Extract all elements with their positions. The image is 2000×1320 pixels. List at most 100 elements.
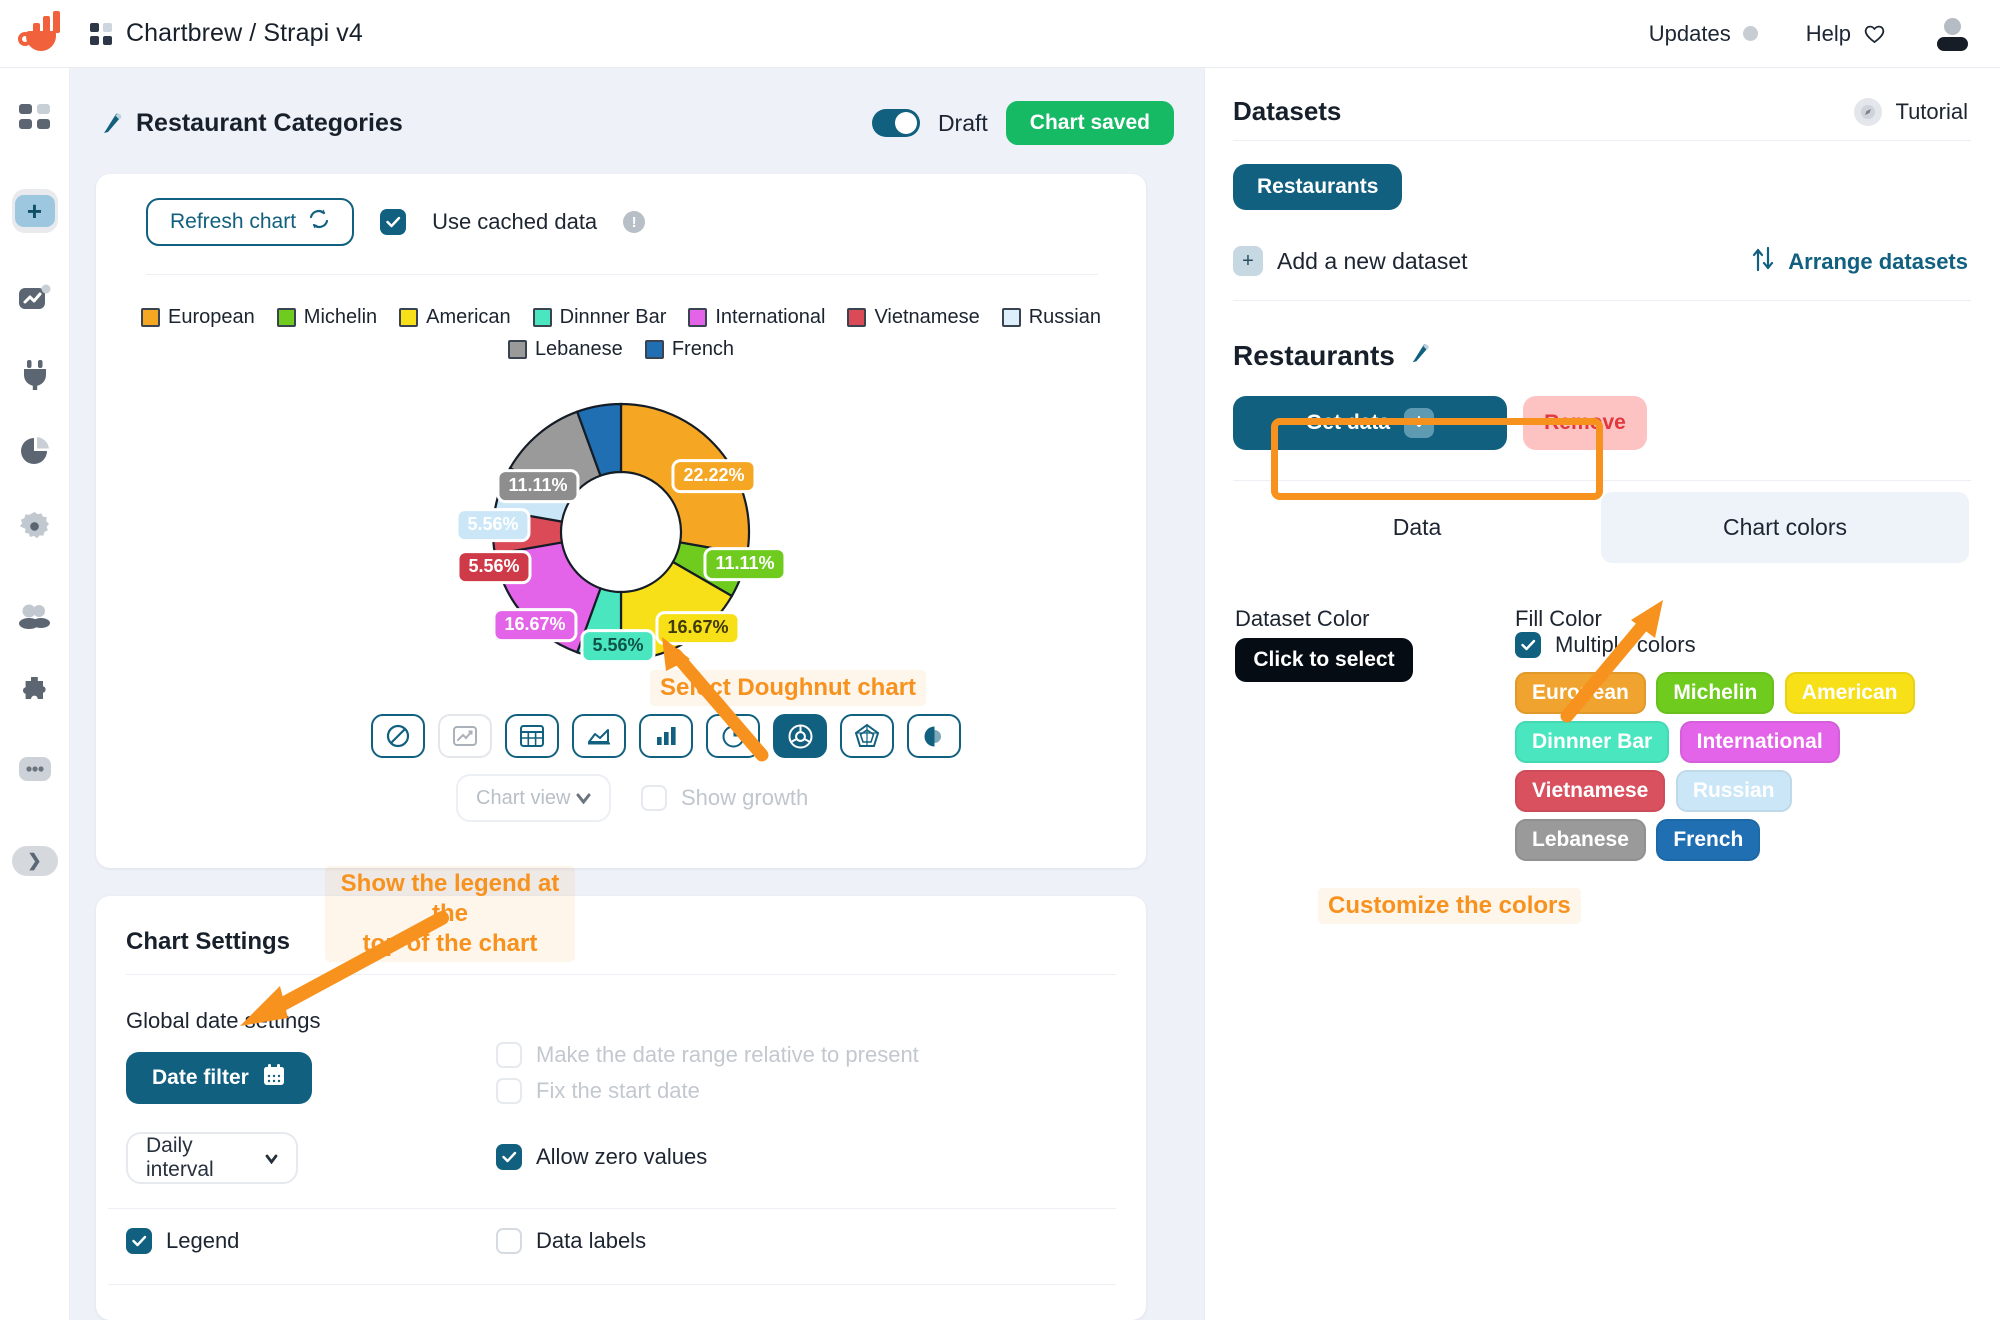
color-chip-russian[interactable]: Russian bbox=[1675, 770, 1792, 812]
data-labels-checkbox[interactable] bbox=[496, 1228, 522, 1254]
multiple-colors-checkbox[interactable] bbox=[1515, 632, 1541, 658]
sidebar-item-more[interactable] bbox=[12, 748, 58, 794]
annotation-select-doughnut: Select Doughnut chart bbox=[650, 670, 927, 706]
use-cached-checkbox[interactable] bbox=[380, 209, 407, 235]
color-chip-lebanese[interactable]: Lebanese bbox=[1515, 819, 1646, 861]
tab-chart-colors[interactable]: Chart colors bbox=[1601, 492, 1969, 563]
legend-item-international[interactable]: International bbox=[688, 306, 825, 329]
click-to-select-color-button[interactable]: Click to select bbox=[1235, 638, 1413, 682]
global-date-settings-label: Global date settings bbox=[126, 1008, 321, 1033]
draft-label: Draft bbox=[937, 109, 988, 136]
legend-item-lebanese[interactable]: Lebanese bbox=[507, 338, 623, 361]
sidebar-item-settings[interactable] bbox=[12, 506, 58, 552]
legend-item-dinnner-bar[interactable]: Dinnner Bar bbox=[532, 306, 666, 329]
chart-type-no-chart[interactable] bbox=[371, 714, 425, 758]
plus-icon: + bbox=[11, 189, 58, 233]
chart-legend: European Michelin American Dinnner Bar I… bbox=[141, 306, 1101, 370]
show-growth-checkbox[interactable] bbox=[641, 785, 667, 811]
edit-dataset-icon[interactable] bbox=[1409, 340, 1433, 372]
toolbar-divider bbox=[146, 274, 1098, 275]
chart-type-pie-chart[interactable] bbox=[706, 714, 760, 758]
fix-start-date-option[interactable]: Fix the start date bbox=[496, 1078, 700, 1104]
relative-range-option[interactable]: Make the date range relative to present bbox=[496, 1042, 919, 1068]
allow-zero-checkbox[interactable] bbox=[496, 1144, 522, 1170]
show-growth-option[interactable]: Show growth bbox=[641, 785, 808, 811]
chart-view-select[interactable]: Chart view bbox=[456, 774, 611, 822]
data-labels-option[interactable]: Data labels bbox=[496, 1228, 646, 1254]
color-chip-international[interactable]: International bbox=[1679, 721, 1840, 763]
interval-select[interactable]: Daily interval bbox=[126, 1132, 298, 1184]
datasets-divider bbox=[1233, 140, 1971, 141]
color-chip-vietnamese[interactable]: Vietnamese bbox=[1515, 770, 1666, 812]
chart-type-doughnut-chart[interactable] bbox=[773, 714, 827, 758]
color-chip-michelin[interactable]: Michelin bbox=[1656, 672, 1775, 714]
sidebar-expand-button[interactable]: ❯ bbox=[11, 838, 58, 884]
multiple-colors-option[interactable]: Multiple colors bbox=[1515, 632, 1696, 658]
relative-range-checkbox[interactable] bbox=[496, 1042, 522, 1068]
save-button[interactable]: Chart saved bbox=[1005, 101, 1174, 145]
add-dataset-button[interactable]: + Add a new dataset bbox=[1233, 246, 1468, 276]
chart-type-area-chart[interactable] bbox=[572, 714, 626, 758]
editor-main: Restaurant Categories Draft Chart saved … bbox=[70, 68, 1204, 1320]
color-chip-european[interactable]: European bbox=[1515, 672, 1646, 714]
doughnut-chart[interactable]: 22.22% 11.11% 16.67% 5.56% 16.67% 5.56% … bbox=[341, 372, 901, 692]
top-bar-actions: Updates Help bbox=[1649, 16, 1970, 52]
chart-type-table[interactable] bbox=[505, 714, 559, 758]
fix-start-date-checkbox[interactable] bbox=[496, 1078, 522, 1104]
allow-zero-option[interactable]: Allow zero values bbox=[496, 1144, 707, 1170]
tab-data[interactable]: Data bbox=[1233, 492, 1601, 563]
sidebar-item-charts[interactable] bbox=[12, 278, 58, 324]
dataset-pill-restaurants[interactable]: Restaurants bbox=[1233, 164, 1403, 210]
annotation-legend-top-line2: top of the chart bbox=[362, 930, 538, 957]
legend-item-michelin[interactable]: Michelin bbox=[276, 306, 377, 329]
breadcrumb[interactable]: Chartbrew / Strapi v4 bbox=[126, 19, 363, 48]
plug-icon bbox=[20, 359, 50, 396]
draft-toggle[interactable] bbox=[871, 109, 920, 137]
data-label-dinnner-bar: 5.56% bbox=[580, 629, 656, 663]
legend-option[interactable]: Legend bbox=[126, 1228, 239, 1254]
dataset-name-label: Restaurants bbox=[1233, 340, 1395, 371]
grid-icon bbox=[18, 102, 52, 141]
sidebar-item-connections[interactable] bbox=[12, 354, 58, 400]
sidebar-item-add[interactable]: + bbox=[11, 188, 58, 234]
multiple-colors-label: Multiple colors bbox=[1555, 632, 1696, 657]
legend-item-european[interactable]: European bbox=[141, 306, 255, 329]
arrange-datasets-button[interactable]: Arrange datasets bbox=[1751, 246, 1968, 278]
chart-type-bar-chart[interactable] bbox=[639, 714, 693, 758]
legend-checkbox[interactable] bbox=[126, 1228, 152, 1254]
chart-type-polar-chart[interactable] bbox=[907, 714, 961, 758]
page-title: Restaurant Categories bbox=[136, 108, 403, 137]
chart-type-radar-chart[interactable] bbox=[840, 714, 894, 758]
sidebar-item-integrations[interactable] bbox=[12, 672, 58, 718]
color-chip-american[interactable]: American bbox=[1784, 672, 1915, 714]
chart-type-line-chart[interactable] bbox=[438, 714, 492, 758]
legend-item-french[interactable]: French bbox=[644, 338, 734, 361]
color-chip-dinnner-bar[interactable]: Dinnner Bar bbox=[1515, 721, 1670, 763]
legend-item-russian[interactable]: Russian bbox=[1001, 306, 1101, 329]
help-link[interactable]: Help bbox=[1806, 21, 1886, 47]
date-filter-label: Date filter bbox=[152, 1066, 249, 1089]
chart-toolbar: Refresh chart Use cached data ! bbox=[146, 198, 646, 246]
legend-label: Legend bbox=[166, 1228, 240, 1253]
edit-title-icon[interactable] bbox=[100, 110, 126, 136]
color-chip-french[interactable]: French bbox=[1656, 819, 1761, 861]
get-data-button[interactable]: Get data bbox=[1233, 396, 1507, 450]
sidebar-item-team[interactable] bbox=[12, 596, 58, 642]
refresh-chart-button[interactable]: Refresh chart bbox=[146, 198, 355, 246]
app-grid-icon[interactable] bbox=[90, 22, 112, 45]
dataset-name: Restaurants bbox=[1233, 340, 1433, 372]
tutorial-link[interactable]: Tutorial bbox=[1854, 98, 1968, 126]
avatar[interactable] bbox=[1934, 16, 1970, 52]
pie-chart-icon bbox=[19, 435, 51, 472]
relative-range-label: Make the date range relative to present bbox=[536, 1042, 919, 1067]
date-filter-button[interactable]: Date filter bbox=[126, 1052, 312, 1104]
legend-item-american[interactable]: American bbox=[399, 306, 511, 329]
remove-dataset-button[interactable]: Remove bbox=[1523, 396, 1647, 450]
updates-link[interactable]: Updates bbox=[1649, 21, 1758, 47]
chart-legend-row-2: Lebanese French bbox=[146, 338, 1096, 361]
chevron-down-icon bbox=[265, 1146, 278, 1170]
sidebar-item-dashboard[interactable] bbox=[12, 98, 58, 144]
sidebar-item-datasets[interactable] bbox=[12, 430, 58, 476]
info-icon[interactable]: ! bbox=[623, 211, 646, 233]
legend-item-vietnamese[interactable]: Vietnamese bbox=[847, 306, 980, 329]
